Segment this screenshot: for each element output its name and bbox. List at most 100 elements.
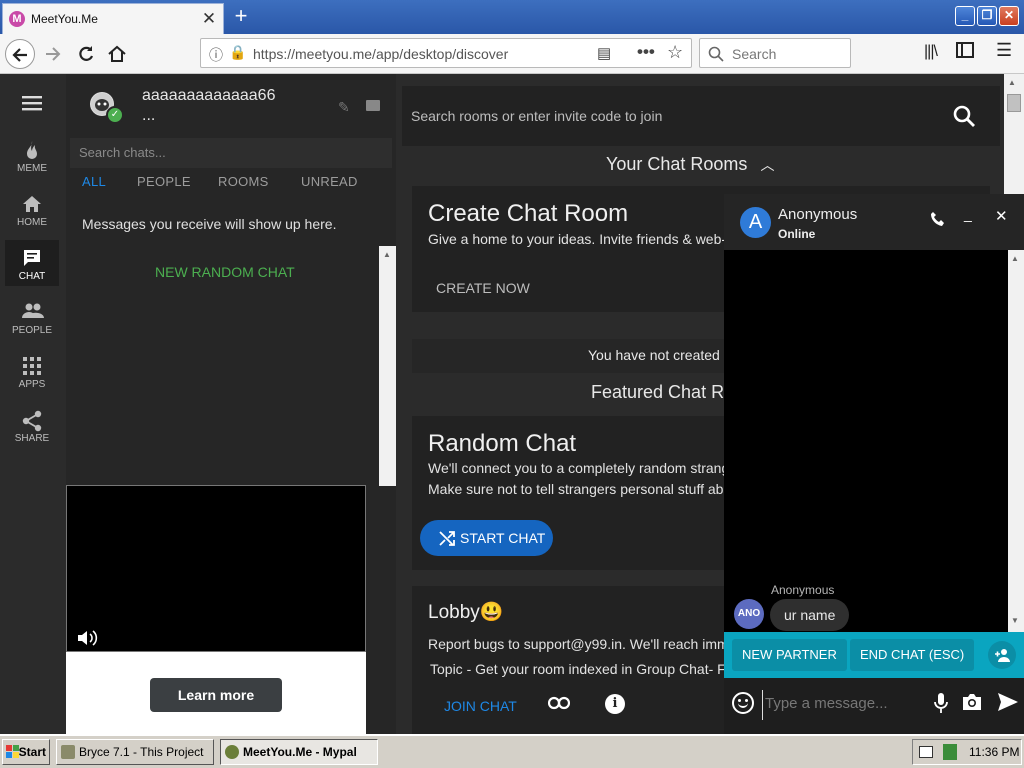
- lobby-line1: Report bugs to support@y99.in. We'll rea…: [428, 636, 729, 652]
- ad-video[interactable]: [66, 485, 366, 652]
- lobby-emoji: 😃: [479, 602, 504, 623]
- scrollbar-thumb[interactable]: [1007, 94, 1021, 112]
- chat-window-header: A Anonymous Online _ ✕: [724, 194, 1024, 250]
- taskbar-task-bryce[interactable]: Bryce 7.1 - This Project: [56, 739, 214, 765]
- keyboard-tray-icon[interactable]: [919, 746, 933, 758]
- network-tray-icon[interactable]: [943, 744, 957, 760]
- lock-warning-icon[interactable]: 🔒: [229, 44, 246, 61]
- random-chat-line2: Make sure not to tell strangers personal…: [428, 481, 732, 497]
- rail-item-apps[interactable]: APPS: [5, 348, 59, 394]
- start-button[interactable]: Start: [2, 739, 50, 765]
- add-person-icon: [995, 649, 1010, 662]
- filter-rooms[interactable]: ROOMS: [218, 174, 269, 189]
- minimize-chat-icon[interactable]: _: [964, 206, 972, 222]
- scroll-up-icon[interactable]: ▲: [1011, 254, 1019, 263]
- new-partner-button[interactable]: NEW PARTNER: [732, 639, 847, 671]
- rail-item-meme[interactable]: MEME: [5, 132, 59, 178]
- new-tab-icon[interactable]: +: [228, 3, 254, 29]
- taskbar-task-mypal[interactable]: MeetYou.Me - Mypal: [220, 739, 378, 765]
- send-icon[interactable]: [997, 692, 1019, 712]
- start-chat-label: START CHAT: [460, 530, 546, 546]
- flame-icon: [27, 141, 37, 159]
- start-chat-button[interactable]: START CHAT: [420, 520, 553, 556]
- your-chat-rooms-label: Your Chat Rooms: [606, 154, 748, 174]
- link-icon: [548, 696, 570, 710]
- system-tray: 11:36 PM: [912, 739, 1022, 765]
- phone-icon[interactable]: [930, 211, 946, 227]
- chat-actions-bar: NEW PARTNER END CHAT (ESC): [724, 632, 1024, 678]
- chat-messages[interactable]: [724, 250, 1008, 632]
- sidebar-toggle-icon[interactable]: [956, 42, 974, 58]
- filter-unread[interactable]: UNREAD: [301, 174, 358, 189]
- home-button[interactable]: [102, 39, 132, 69]
- clock: 11:36 PM: [969, 745, 1020, 759]
- your-chat-rooms-heading[interactable]: Your Chat Rooms ︿: [606, 154, 774, 175]
- chat-list-panel: ✓ aaaaaaaaaaaaa66 ... ✎ Search chats... …: [66, 74, 396, 734]
- filter-all[interactable]: ALL: [82, 174, 106, 189]
- rail-item-people[interactable]: PEOPLE: [5, 294, 59, 340]
- search-placeholder: Search: [732, 46, 777, 62]
- filter-people[interactable]: PEOPLE: [137, 174, 191, 189]
- join-chat-button[interactable]: JOIN CHAT: [444, 698, 517, 714]
- rail-label-meme: MEME: [17, 163, 47, 174]
- user-status: ...: [142, 107, 156, 124]
- edit-pencil-icon[interactable]: ✎: [338, 99, 350, 116]
- chevron-up-icon[interactable]: ︿: [760, 157, 774, 173]
- rail-item-home[interactable]: HOME: [5, 186, 59, 232]
- back-button[interactable]: [5, 39, 35, 69]
- windows-logo-icon: [6, 745, 20, 759]
- lobby-title-text: Lobby: [428, 602, 480, 623]
- volume-icon: [78, 630, 98, 646]
- address-bar[interactable]: ⓘ 🔒 https://meetyou.me/app/desktop/disco…: [200, 38, 692, 68]
- add-friend-button[interactable]: [988, 641, 1016, 669]
- arrow-left-icon: [12, 48, 27, 62]
- home-icon: [108, 45, 126, 62]
- hamburger-menu-icon[interactable]: [22, 96, 44, 112]
- room-search-placeholder: Search rooms or enter invite code to joi…: [411, 108, 663, 124]
- start-label: Start: [18, 745, 46, 759]
- reload-button[interactable]: [71, 39, 101, 69]
- reader-view-icon[interactable]: ▤: [597, 44, 611, 62]
- close-chat-icon[interactable]: ✕: [995, 207, 1008, 225]
- info-icon[interactable]: ⓘ: [209, 45, 223, 65]
- new-random-chat-link[interactable]: NEW RANDOM CHAT: [155, 264, 295, 280]
- panel-scrollbar[interactable]: ▲: [379, 246, 396, 486]
- browser-search-input[interactable]: Search: [699, 38, 851, 68]
- os-taskbar: Start Bryce 7.1 - This Project MeetYou.M…: [0, 734, 1024, 768]
- scroll-down-icon[interactable]: ▼: [1011, 616, 1019, 625]
- rail-item-share[interactable]: SHARE: [5, 402, 59, 448]
- emoji-icon[interactable]: [732, 692, 754, 714]
- share-icon: [22, 410, 42, 432]
- left-rail: MEME HOME CHAT PEOPLE APPS SHARE: [0, 74, 66, 734]
- forward-button[interactable]: [38, 39, 68, 69]
- search-chats-input[interactable]: Search chats...: [70, 138, 392, 168]
- scroll-up-icon[interactable]: ▲: [1008, 78, 1016, 87]
- reload-icon: [79, 46, 94, 61]
- library-icon[interactable]: |||\: [924, 43, 938, 61]
- rail-item-chat[interactable]: CHAT: [5, 240, 59, 286]
- menu-icon[interactable]: ☰: [996, 40, 1012, 61]
- feedback-icon[interactable]: [366, 100, 380, 111]
- maximize-window-button[interactable]: ❐: [977, 6, 997, 26]
- bookmark-star-icon[interactable]: ☆: [667, 42, 683, 63]
- end-chat-button[interactable]: END CHAT (ESC): [850, 639, 975, 671]
- scroll-up-icon[interactable]: ▲: [383, 250, 391, 259]
- page-actions-icon[interactable]: •••: [637, 42, 655, 62]
- partner-status: Online: [778, 227, 816, 241]
- browser-tab[interactable]: M MeetYou.Me ✕: [2, 3, 224, 34]
- tab-title: MeetYou.Me: [31, 12, 98, 26]
- microphone-icon[interactable]: [934, 692, 948, 714]
- bryce-app-icon: [61, 745, 75, 759]
- camera-icon[interactable]: [961, 692, 983, 712]
- minimize-window-button[interactable]: _: [955, 6, 975, 26]
- tab-close-icon[interactable]: ✕: [199, 9, 219, 29]
- chat-scrollbar[interactable]: ▲ ▼: [1008, 250, 1024, 632]
- anonymous-chat-window: A Anonymous Online _ ✕ ▲ ▼ Anonymous ANO…: [724, 194, 1024, 734]
- message-input[interactable]: Type a message...: [762, 690, 918, 720]
- learn-more-button[interactable]: Learn more: [150, 678, 282, 712]
- info-icon[interactable]: i: [605, 694, 625, 714]
- message-avatar: ANO: [734, 599, 764, 629]
- room-search-input[interactable]: Search rooms or enter invite code to joi…: [402, 86, 1000, 146]
- close-window-button[interactable]: ✕: [999, 6, 1019, 26]
- create-now-button[interactable]: CREATE NOW: [436, 280, 530, 296]
